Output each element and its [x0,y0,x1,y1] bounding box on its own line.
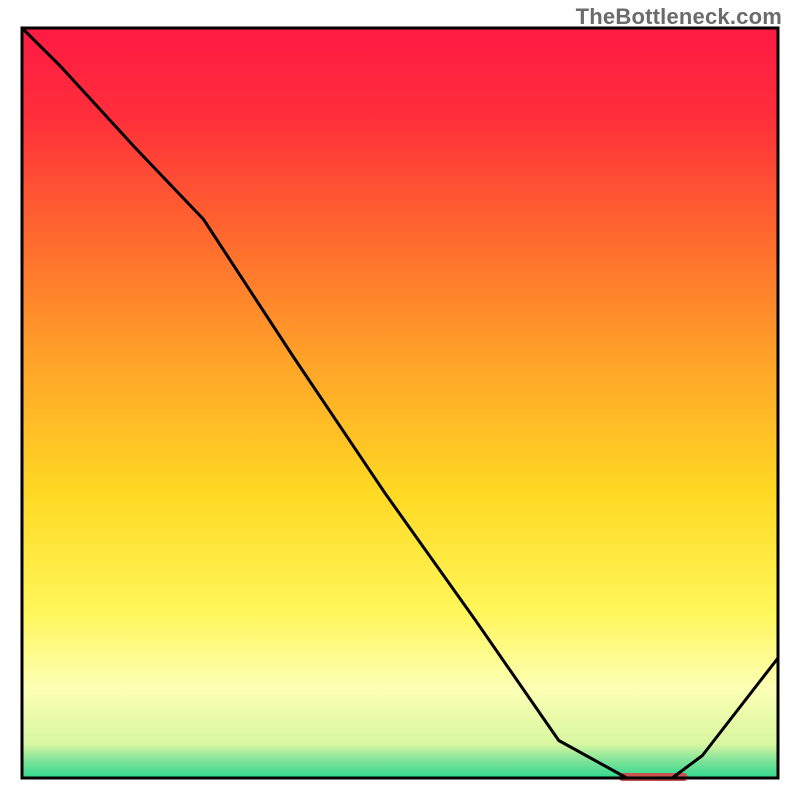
gradient-background [22,28,778,778]
bottleneck-chart [0,0,800,800]
chart-stage: TheBottleneck.com [0,0,800,800]
watermark-text: TheBottleneck.com [576,4,782,30]
